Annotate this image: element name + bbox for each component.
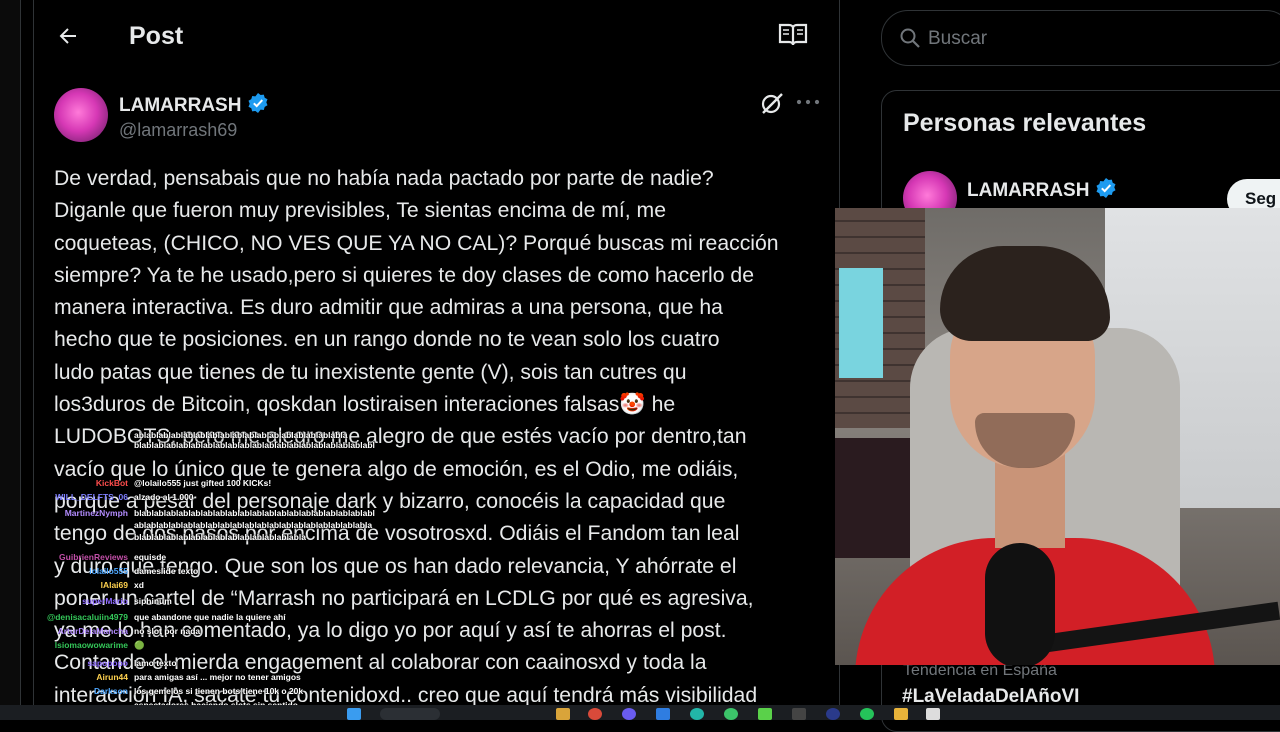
chat-message: superMario siphinum xyxy=(0,596,172,606)
chat-text: @lolailo555 just gifted 100 KICKs! xyxy=(134,478,272,488)
chat-text: siphinum xyxy=(134,596,172,606)
app-icon[interactable] xyxy=(792,708,806,720)
app-icon[interactable] xyxy=(926,708,940,720)
chat-text: blablablablablablablablablablablablablab… xyxy=(134,532,306,542)
post-text-line: hecho que te posiciones. en un rango don… xyxy=(54,328,720,352)
post-text-line: los3duros de Bitcoin, qoskdan lostiraise… xyxy=(54,393,676,417)
more-options-button[interactable] xyxy=(794,92,822,112)
author-handle[interactable]: @lamarrash69 xyxy=(119,120,237,141)
chat-message: KickBot @lolailo555 just gifted 100 KICKs… xyxy=(0,478,271,488)
back-button[interactable] xyxy=(52,20,84,52)
chat-text: no slot por nada xyxy=(134,626,201,636)
arrow-left-icon xyxy=(59,28,76,44)
author-name[interactable]: LAMARRASH xyxy=(119,95,241,116)
chat-username[interactable]: GuibrienReviews xyxy=(0,552,128,562)
search-box[interactable] xyxy=(881,10,1280,66)
verified-badge-icon xyxy=(1096,178,1116,198)
chat-text: que abandone que nadie la quiere ahí xyxy=(134,612,286,622)
relevant-person-name-text[interactable]: LAMARRASH xyxy=(967,180,1089,201)
chat-message: lolailo555 dameslide texto xyxy=(0,566,198,576)
book-icon xyxy=(778,23,808,46)
app-icon[interactable] xyxy=(826,708,840,720)
windows-start-icon[interactable] xyxy=(347,708,361,720)
chat-username[interactable]: lsiomaowowarime xyxy=(0,640,128,650)
app-icon[interactable] xyxy=(690,708,704,720)
chat-message: @denisacaluiin4979 que abandone que nadie… xyxy=(0,612,286,622)
post-text-line: Diganle que fueron muy previsibles, Te s… xyxy=(54,199,666,223)
chat-message: MartinezNymph blablablablablablablablabla… xyxy=(0,508,375,518)
chat-text: blablablablablablablablablablablablablab… xyxy=(134,508,375,518)
chrome-icon[interactable] xyxy=(588,708,602,720)
webcam-microphone xyxy=(985,543,1055,665)
app-icon[interactable] xyxy=(724,708,738,720)
chat-message: Airun44 para amigas así ... mejor no tene… xyxy=(0,672,301,682)
chat-username[interactable]: Airun44 xyxy=(0,672,128,682)
post-text-line: ludo patas que tienes de tu inexistente … xyxy=(54,360,687,384)
search-input[interactable] xyxy=(926,25,1270,53)
relevant-person-name[interactable]: LAMARRASH xyxy=(967,177,1117,202)
chat-text: dameslide texto xyxy=(134,566,199,576)
chat-message: ablablablablablablablablablablablablabla… xyxy=(0,430,348,440)
taskbar-search-icon[interactable] xyxy=(380,708,440,720)
chat-username[interactable]: sapopopo xyxy=(0,658,128,668)
post-header: Post xyxy=(34,0,839,74)
post-text-line: siempre? Ya te he usado,pero si quieres … xyxy=(54,263,754,287)
chat-message: sapopopo lamo texto xyxy=(0,658,177,668)
post-text-line: coqueteas, (CHICO, NO VES QUE YA NO CAL)… xyxy=(54,231,779,255)
more-horizontal-icon xyxy=(796,99,820,105)
chat-message: GuibrienReviews equisde xyxy=(0,552,166,562)
chat-message: lAlai69 xd xyxy=(0,580,144,590)
webcam-overlay xyxy=(835,208,1280,665)
taskbar xyxy=(0,705,1280,720)
chat-message: blablablablablablablablablablablablablab… xyxy=(0,532,306,542)
chat-text: los gemelos si tienen bots tiene 10k o 2… xyxy=(134,686,304,696)
app-icon[interactable] xyxy=(656,708,670,720)
chat-text: lamo texto xyxy=(134,658,177,668)
chat-username[interactable]: superMario xyxy=(0,596,128,606)
stream-chat-overlay: ablablablablablablablablablablablablabla… xyxy=(0,430,380,720)
grok-button[interactable] xyxy=(759,90,785,116)
chat-username[interactable]: KickBot xyxy=(0,478,128,488)
webcam-person-hair xyxy=(940,246,1110,341)
whatsapp-icon[interactable] xyxy=(860,708,874,720)
post-text-line: manera interactiva. Es duro admitir que … xyxy=(54,296,723,320)
author-name-row[interactable]: LAMARRASH xyxy=(119,92,269,117)
panel-title: Personas relevantes xyxy=(903,109,1147,137)
file-explorer-icon[interactable] xyxy=(556,708,570,720)
chat-username[interactable]: MartinezNymph xyxy=(0,508,128,518)
chat-text: xd xyxy=(134,580,144,590)
chat-username[interactable]: @denisacaluiin4979 xyxy=(0,612,128,622)
chat-text: alzado al 1.000 xyxy=(134,492,194,502)
page-title: Post xyxy=(129,22,184,50)
chat-username[interactable]: Darkson xyxy=(0,686,128,696)
chat-username[interactable]: ArturDelaMancha xyxy=(0,626,128,636)
search-icon xyxy=(900,28,920,48)
chat-message: Darkson los gemelos si tienen bots tiene … xyxy=(0,686,303,696)
chat-text: blablablablablablablablablablablablablab… xyxy=(134,440,375,450)
webcam-monitor xyxy=(839,268,883,378)
post-text-line: De verdad, pensabais que no había nada p… xyxy=(54,167,714,190)
app-icon[interactable] xyxy=(622,708,636,720)
app-icon[interactable] xyxy=(758,708,772,720)
chat-text: ablablablablablablablablablablablablabla… xyxy=(134,520,373,530)
chat-text: para amigas así ... mejor no tener amigo… xyxy=(134,672,301,682)
chat-message: ArturDelaMancha no slot por nada xyxy=(0,626,201,636)
chat-message: WILL_DELFTS_06 alzado al 1.000 xyxy=(0,492,194,502)
reader-mode-button[interactable] xyxy=(778,22,810,52)
chat-username[interactable]: lAlai69 xyxy=(0,580,128,590)
chat-text: ablablablablablablablablablablablablabla… xyxy=(134,430,348,440)
chat-message: blablablablablablablablablablablablablab… xyxy=(0,440,375,450)
verified-badge-icon xyxy=(248,93,268,113)
avatar[interactable] xyxy=(54,88,108,142)
chat-username[interactable]: WILL_DELFTS_06 xyxy=(0,492,128,502)
chat-username[interactable]: lolailo555 xyxy=(0,566,128,576)
post-author: LAMARRASH @lamarrash69 xyxy=(54,88,824,148)
folder-icon[interactable] xyxy=(894,708,908,720)
chat-message: ablablablablablablablablablablablablabla… xyxy=(0,520,372,530)
grok-icon xyxy=(761,93,783,114)
chat-text: equisde xyxy=(134,552,167,562)
webcam-shelf xyxy=(835,438,915,558)
chat-message: lsiomaowowarime 🟢 xyxy=(0,640,145,650)
chat-text: 🟢 xyxy=(134,640,145,650)
